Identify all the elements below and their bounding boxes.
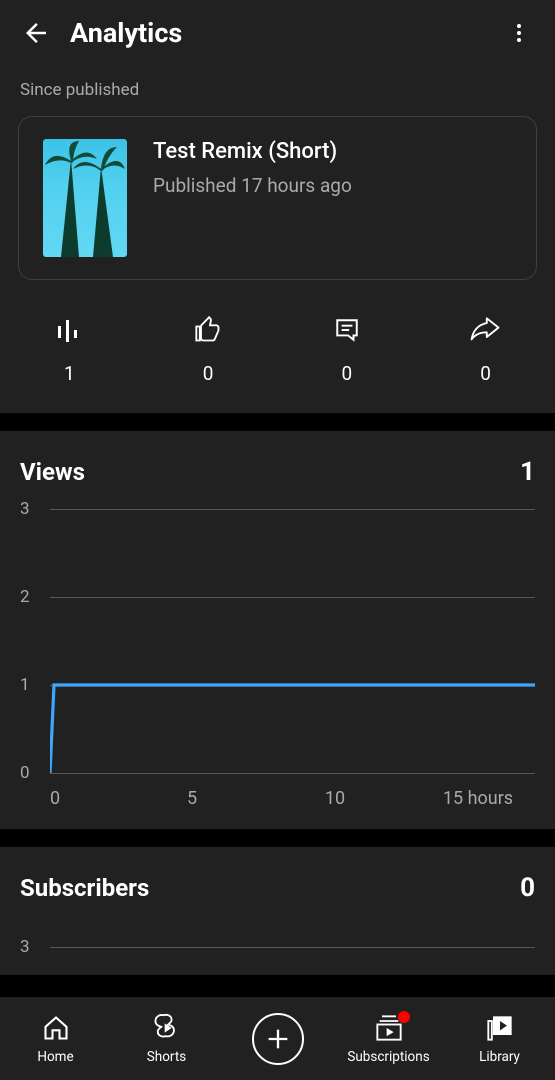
subscribers-value: 0 — [520, 873, 535, 903]
stats-row: 1 0 0 0 — [0, 306, 555, 413]
stat-shares[interactable]: 0 — [416, 316, 555, 385]
bottom-nav: Home Shorts Subscriptions Library — [0, 996, 555, 1080]
views-icon — [55, 316, 83, 344]
subscribers-section: Subscribers 0 3 — [0, 847, 555, 975]
subscribers-chart: 3 — [20, 925, 535, 975]
views-title: Views — [20, 458, 85, 486]
nav-subscriptions-label: Subscriptions — [347, 1049, 429, 1065]
nav-library-label: Library — [479, 1049, 520, 1065]
video-card[interactable]: Test Remix (Short) Published 17 hours ag… — [18, 116, 537, 280]
stat-views-value: 1 — [64, 362, 75, 385]
views-chart: 3 2 1 0 0 5 10 15 hours — [20, 509, 535, 809]
video-thumbnail — [43, 139, 127, 257]
since-published-label: Since published — [0, 66, 555, 106]
plus-icon — [252, 1013, 304, 1065]
views-section: Views 1 3 2 1 0 0 5 10 15 hours — [0, 431, 555, 829]
nav-shorts-label: Shorts — [147, 1049, 186, 1065]
subscribers-title: Subscribers — [20, 874, 149, 902]
stat-comments-value: 0 — [342, 362, 353, 385]
stat-likes[interactable]: 0 — [139, 316, 278, 385]
back-button[interactable] — [14, 11, 58, 55]
arrow-left-icon — [21, 18, 51, 48]
video-published: Published 17 hours ago — [153, 174, 352, 197]
nav-create[interactable] — [222, 1013, 333, 1065]
stat-views[interactable]: 1 — [0, 316, 139, 385]
more-button[interactable] — [497, 11, 541, 55]
nav-home[interactable]: Home — [0, 1013, 111, 1065]
nav-home-label: Home — [37, 1049, 73, 1065]
comment-icon — [333, 316, 361, 344]
notification-badge — [398, 1011, 410, 1023]
stat-comments[interactable]: 0 — [278, 316, 417, 385]
page-title: Analytics — [70, 17, 497, 49]
home-icon — [41, 1013, 71, 1043]
stat-shares-value: 0 — [480, 362, 491, 385]
nav-subscriptions[interactable]: Subscriptions — [333, 1013, 444, 1065]
thumbs-up-icon — [193, 316, 223, 344]
shorts-icon — [153, 1013, 181, 1043]
nav-shorts[interactable]: Shorts — [111, 1013, 222, 1065]
stat-likes-value: 0 — [203, 362, 214, 385]
nav-library[interactable]: Library — [444, 1013, 555, 1065]
share-icon — [470, 316, 502, 344]
library-icon — [486, 1013, 514, 1043]
more-vert-icon — [507, 21, 531, 45]
video-title: Test Remix (Short) — [153, 139, 352, 164]
views-value: 1 — [520, 457, 535, 487]
